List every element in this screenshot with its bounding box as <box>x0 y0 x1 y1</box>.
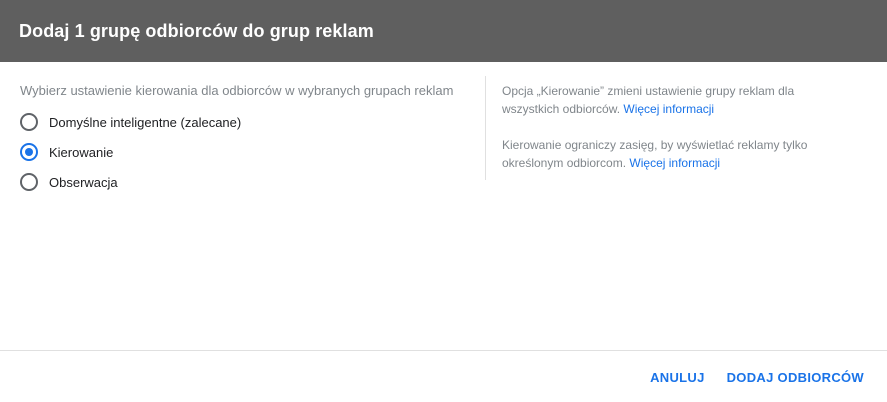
radio-option-targeting[interactable]: Kierowanie <box>20 137 470 167</box>
dialog-footer: ANULUJ DODAJ ODBIORCÓW <box>639 366 875 389</box>
targeting-section: Wybierz ustawienie kierowania dla odbior… <box>20 83 470 197</box>
add-audiences-button[interactable]: DODAJ ODBIORCÓW <box>716 366 875 389</box>
cancel-button[interactable]: ANULUJ <box>639 366 716 389</box>
radio-button-targeting[interactable] <box>20 143 38 161</box>
footer-divider <box>0 350 887 351</box>
learn-more-link-1[interactable]: Więcej informacji <box>623 102 714 116</box>
targeting-radio-group: Domyślne inteligentne (zalecane) Kierowa… <box>20 107 470 197</box>
radio-label-smart-default: Domyślne inteligentne (zalecane) <box>49 114 242 130</box>
radio-option-smart-default[interactable]: Domyślne inteligentne (zalecane) <box>20 107 470 137</box>
radio-label-targeting: Kierowanie <box>49 144 114 160</box>
help-paragraph-targeting: Opcja „Kierowanie” zmieni ustawienie gru… <box>502 82 832 118</box>
help-paragraph-reach: Kierowanie ograniczy zasięg, by wyświetl… <box>502 136 832 172</box>
column-divider <box>485 76 486 180</box>
radio-button-observation[interactable] <box>20 173 38 191</box>
targeting-prompt: Wybierz ustawienie kierowania dla odbior… <box>20 83 454 98</box>
learn-more-link-2[interactable]: Więcej informacji <box>629 156 720 170</box>
radio-label-observation: Obserwacja <box>49 174 118 190</box>
radio-option-observation[interactable]: Obserwacja <box>20 167 470 197</box>
help-section: Opcja „Kierowanie” zmieni ustawienie gru… <box>502 82 832 172</box>
dialog-header: Dodaj 1 grupę odbiorców do grup reklam <box>0 0 887 62</box>
radio-button-smart-default[interactable] <box>20 113 38 131</box>
dialog-title: Dodaj 1 grupę odbiorców do grup reklam <box>19 20 374 41</box>
